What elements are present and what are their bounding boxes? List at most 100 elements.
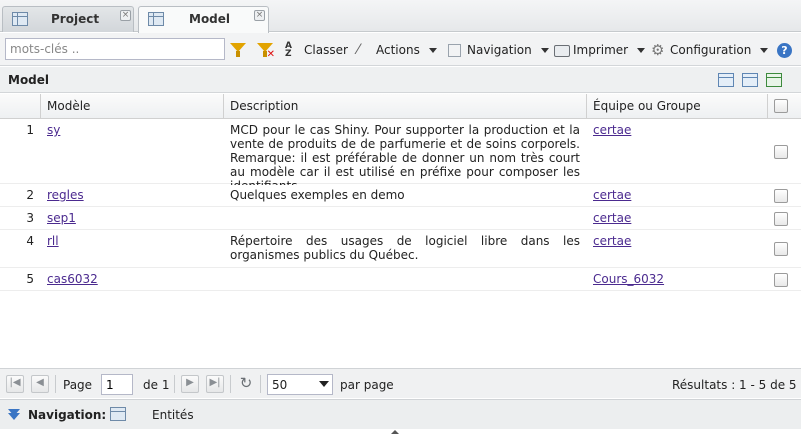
row-checkbox[interactable] bbox=[774, 189, 788, 203]
column-header-description[interactable]: Description bbox=[224, 94, 587, 119]
row-number: 4 bbox=[26, 234, 34, 248]
chevron-down-icon bbox=[540, 47, 549, 53]
print-label: Imprimer bbox=[573, 43, 629, 57]
refresh-record-icon[interactable] bbox=[766, 73, 782, 87]
collapse-icon[interactable] bbox=[8, 413, 20, 420]
add-record-icon[interactable] bbox=[718, 73, 734, 87]
model-link[interactable]: regles bbox=[47, 188, 84, 202]
grid-header: Modèle Description Équipe ou Groupe bbox=[0, 94, 801, 119]
separator bbox=[230, 375, 231, 393]
navigation-label: Navigation: bbox=[28, 408, 107, 422]
tab-model-label: Model bbox=[189, 12, 231, 26]
tab-bar: Project × Model × bbox=[0, 0, 801, 33]
last-page-button[interactable]: ▶| bbox=[206, 375, 224, 393]
row-checkbox[interactable] bbox=[774, 212, 788, 226]
last-page-icon: ▶| bbox=[209, 377, 221, 388]
paging-toolbar: |◀ ◀ Page de 1 ▶ ▶| ↻ 50 par page Résult… bbox=[0, 368, 801, 398]
tab-model[interactable]: Model × bbox=[138, 6, 269, 33]
magic-wand-icon: ⁄ bbox=[357, 42, 360, 58]
table-row[interactable]: 5 cas6032 Cours_6032 bbox=[0, 269, 801, 291]
clear-filter-button[interactable]: ✕ bbox=[257, 40, 275, 60]
filter-button[interactable] bbox=[230, 40, 246, 60]
first-page-icon: |◀ bbox=[9, 377, 21, 388]
page-label: Page bbox=[63, 378, 93, 392]
toolbar: ✕ AZ Classer ⁄ Actions Navigation Imprim… bbox=[0, 33, 801, 66]
sort-button[interactable]: AZ Classer bbox=[285, 40, 348, 60]
chevron-down-icon bbox=[319, 381, 329, 387]
page-size-select[interactable]: 50 bbox=[267, 374, 333, 395]
separator bbox=[174, 375, 175, 393]
clear-filter-icon: ✕ bbox=[257, 42, 275, 60]
model-link[interactable]: sy bbox=[47, 123, 60, 137]
separator bbox=[55, 375, 56, 393]
row-number: 5 bbox=[26, 272, 34, 286]
separator bbox=[260, 375, 261, 393]
model-link[interactable]: rll bbox=[47, 234, 59, 248]
table-row[interactable]: 2 regles Quelques exemples en demo certa… bbox=[0, 185, 801, 207]
page-size-value: 50 bbox=[272, 378, 288, 392]
next-page-icon: ▶ bbox=[186, 377, 194, 388]
help-icon: ? bbox=[777, 42, 792, 58]
printer-icon bbox=[554, 45, 570, 57]
funnel-icon bbox=[230, 42, 246, 58]
row-checkbox[interactable] bbox=[774, 145, 788, 159]
navigation-button[interactable]: Navigation bbox=[448, 40, 549, 60]
next-page-button[interactable]: ▶ bbox=[181, 375, 199, 393]
first-page-button[interactable]: |◀ bbox=[6, 375, 24, 393]
select-all-checkbox[interactable] bbox=[774, 99, 788, 113]
chevron-down-icon bbox=[428, 47, 437, 53]
tab-project-label: Project bbox=[51, 12, 100, 26]
gear-icon: ⚙ bbox=[651, 41, 665, 59]
print-button[interactable]: Imprimer bbox=[554, 40, 646, 60]
row-number: 1 bbox=[26, 123, 34, 137]
sort-label: Classer bbox=[304, 43, 348, 57]
actions-label: Actions bbox=[376, 43, 420, 57]
model-link[interactable]: cas6032 bbox=[47, 272, 98, 286]
table-icon bbox=[110, 407, 126, 421]
refresh-icon[interactable]: ↻ bbox=[237, 375, 255, 393]
team-link[interactable]: certae bbox=[593, 234, 631, 248]
page-number-input[interactable] bbox=[101, 374, 133, 395]
row-checkbox[interactable] bbox=[774, 242, 788, 256]
previous-page-icon: ◀ bbox=[36, 377, 44, 388]
column-header-model[interactable]: Modèle bbox=[41, 94, 224, 119]
team-link[interactable]: certae bbox=[593, 211, 631, 225]
help-button[interactable]: ? bbox=[777, 40, 792, 60]
sort-az-icon: AZ bbox=[285, 41, 292, 59]
navigation-bar: Navigation: Entités bbox=[0, 399, 801, 429]
entities-link[interactable]: Entités bbox=[152, 408, 194, 422]
team-link[interactable]: Cours_6032 bbox=[593, 272, 664, 286]
table-row[interactable]: 1 sy MCD pour le cas Shiny. Pour support… bbox=[0, 120, 801, 193]
row-checkbox[interactable] bbox=[774, 273, 788, 287]
panel-header: Model bbox=[0, 67, 801, 93]
select-all-header bbox=[768, 94, 801, 119]
close-icon[interactable]: × bbox=[120, 10, 131, 21]
table-row[interactable]: 3 sep1 certae bbox=[0, 208, 801, 230]
team-link[interactable]: certae bbox=[593, 188, 631, 202]
table-icon bbox=[148, 12, 164, 26]
configuration-label: Configuration bbox=[670, 43, 752, 57]
team-link[interactable]: certae bbox=[593, 123, 631, 137]
description-cell: Répertoire des usages de logiciel libre … bbox=[230, 234, 580, 262]
chevron-down-icon bbox=[637, 47, 646, 53]
description-cell bbox=[224, 208, 586, 214]
configuration-button[interactable]: ⚙ Configuration bbox=[651, 40, 769, 60]
results-label: Résultats : 1 - 5 de 5 bbox=[672, 378, 797, 392]
edit-record-icon[interactable] bbox=[742, 73, 758, 87]
column-header-team[interactable]: Équipe ou Groupe bbox=[587, 94, 768, 119]
tab-project[interactable]: Project × bbox=[2, 6, 134, 32]
description-cell: Quelques exemples en demo bbox=[230, 188, 405, 202]
description-cell bbox=[224, 269, 586, 275]
actions-button[interactable]: ⁄ Actions bbox=[357, 40, 437, 60]
model-link[interactable]: sep1 bbox=[47, 211, 76, 225]
chevron-down-icon bbox=[760, 47, 769, 53]
page-count-label: de 1 bbox=[143, 378, 170, 392]
collapse-bottom-handle[interactable] bbox=[391, 430, 399, 434]
row-number-header bbox=[0, 94, 41, 119]
row-number: 3 bbox=[26, 211, 34, 225]
search-input[interactable] bbox=[5, 38, 225, 60]
sitemap-icon bbox=[448, 43, 461, 57]
close-icon[interactable]: × bbox=[254, 10, 265, 21]
table-row[interactable]: 4 rll Répertoire des usages de logiciel … bbox=[0, 231, 801, 268]
previous-page-button[interactable]: ◀ bbox=[31, 375, 49, 393]
